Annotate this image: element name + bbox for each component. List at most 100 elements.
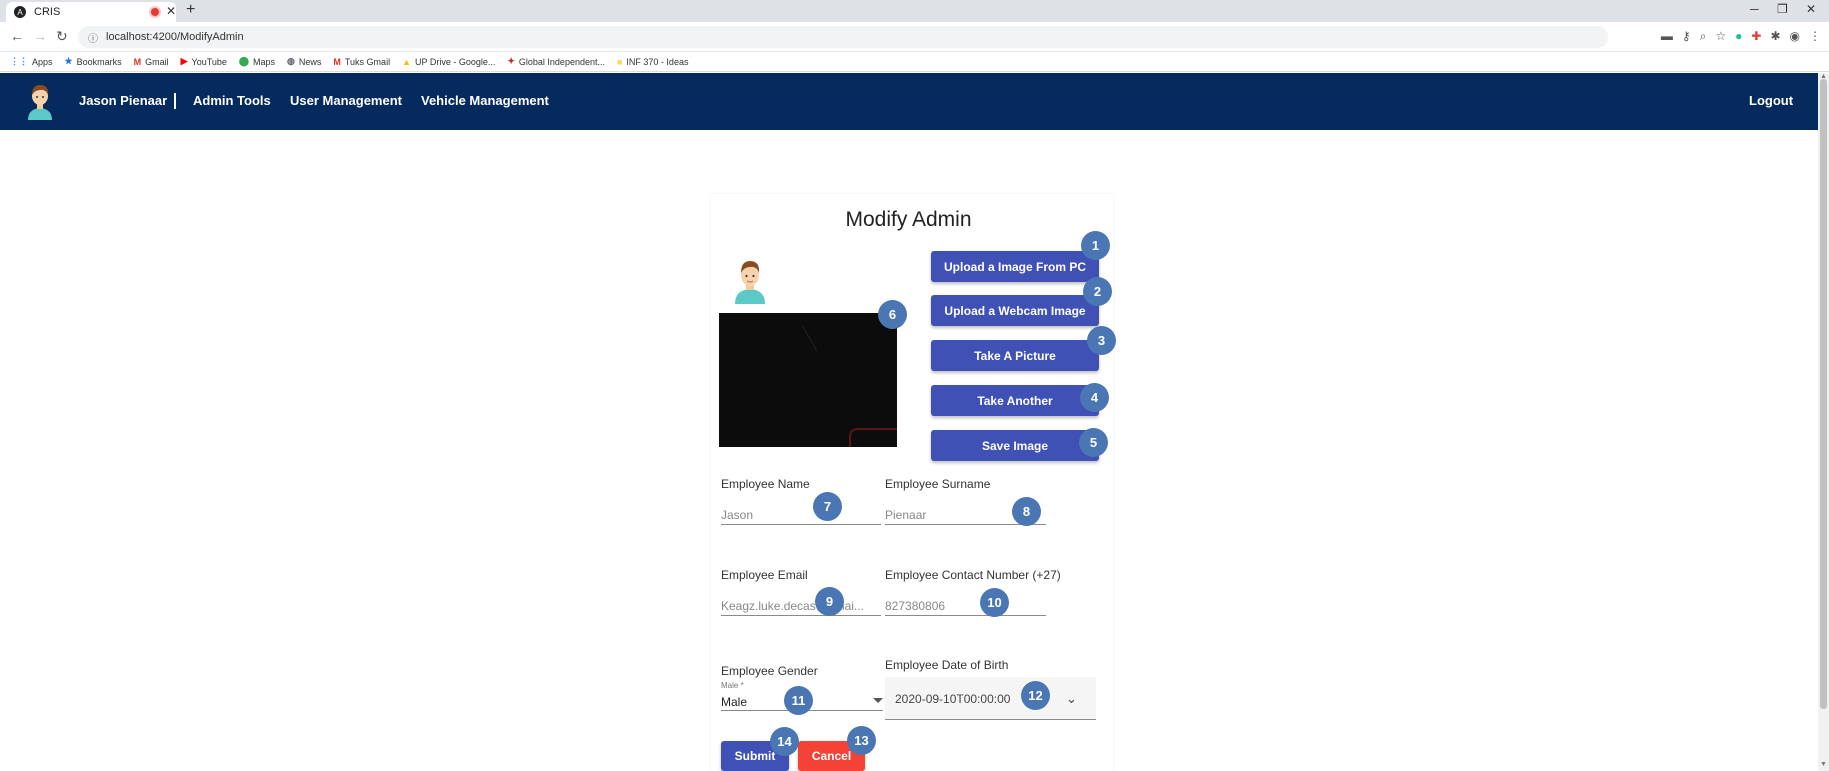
bookmarks-bar: ⋮⋮ Apps ★ Bookmarks M Gmail ▶ YouTube ⬤ Maps ◍ News…	[0, 52, 1829, 72]
annotation-marker: 8	[1012, 497, 1041, 526]
url-text: localhost:4200/ModifyAdmin	[106, 31, 244, 43]
take-another-button[interactable]: Take Another	[931, 385, 1099, 416]
upload-image-from-pc-button[interactable]: Upload a Image From PC	[931, 251, 1099, 282]
bookmark-item[interactable]: ⬤ Maps	[239, 56, 275, 67]
scroll-down-icon[interactable]: ▼	[1820, 761, 1827, 768]
key-icon[interactable]: ⚷	[1682, 29, 1691, 44]
bookmark-item[interactable]: M Gmail	[134, 57, 169, 67]
nav-admin-tools[interactable]: Admin Tools	[193, 93, 271, 108]
page-title: Modify Admin	[845, 208, 972, 231]
bookmark-icon: ▶	[180, 56, 188, 66]
bookmark-label: Bookmarks	[76, 56, 122, 67]
bookmark-item[interactable]: ★ Bookmarks	[65, 56, 122, 67]
gender-value: Male	[721, 695, 748, 709]
user-avatar-icon	[28, 85, 52, 120]
dob-select[interactable]: 2020-09-10T00:00:00 ⌄	[885, 677, 1096, 720]
annotation-marker: 10	[980, 588, 1009, 617]
tab-title: CRIS	[34, 6, 61, 18]
take-picture-button[interactable]: Take A Picture	[931, 340, 1099, 371]
bookmark-label: News	[298, 56, 322, 67]
employee-contact-label: Employee Contact Number (+27)	[885, 568, 1061, 582]
employee-dob-label: Employee Date of Birth	[885, 658, 1009, 672]
annotation-marker: 5	[1079, 428, 1108, 457]
camera-icon[interactable]: ▬	[1661, 29, 1673, 44]
bookmark-label: Apps	[32, 56, 53, 67]
menu-icon[interactable]: ⋮	[1809, 29, 1821, 44]
webcam-preview	[719, 313, 897, 447]
dob-value: 2020-09-10T00:00:00	[895, 692, 1011, 706]
grammarly-icon[interactable]: ●	[1735, 29, 1742, 44]
employee-email-input[interactable]	[721, 596, 881, 616]
extension-tp-icon[interactable]: ✚	[1751, 29, 1761, 44]
bookmark-label: Global Independent...	[518, 56, 605, 67]
nav-user-management[interactable]: User Management	[290, 93, 402, 108]
admin-avatar-icon	[735, 261, 765, 304]
annotation-marker: 11	[784, 686, 813, 715]
employee-email-label: Employee Email	[721, 568, 808, 582]
bookmark-item[interactable]: ▲ UP Drive - Google...	[402, 57, 495, 67]
annotation-marker: 4	[1080, 383, 1109, 412]
extension-icons: ▬ ⚷ ⌕ ☆ ● ✚ ✱ ◉ ⋮	[1661, 29, 1821, 44]
recording-indicator-icon	[151, 8, 159, 16]
nav-vehicle-management[interactable]: Vehicle Management	[421, 93, 549, 108]
puzzle-icon[interactable]: ✱	[1770, 29, 1780, 44]
close-window-button[interactable]: ✕	[1806, 2, 1816, 16]
bookmark-item[interactable]: ◍ News	[287, 56, 321, 67]
bookmark-item[interactable]: M Tuks Gmail	[333, 57, 390, 67]
profile-icon[interactable]: ◉	[1790, 29, 1800, 44]
header-divider	[174, 93, 176, 109]
new-tab-button[interactable]: +	[186, 1, 195, 19]
bookmark-label: UP Drive - Google...	[414, 56, 496, 67]
dropdown-arrow-icon	[873, 698, 883, 703]
annotation-marker: 13	[847, 726, 876, 755]
gender-float-label: Male *	[721, 681, 744, 690]
forward-button[interactable]: →	[33, 28, 47, 44]
bookmark-icon: ◍	[287, 56, 295, 66]
bookmark-icon: ✦	[507, 56, 515, 66]
annotation-marker: 14	[770, 727, 799, 756]
browser-tab[interactable]: A CRIS ✕	[6, 2, 176, 22]
save-image-button[interactable]: Save Image	[931, 430, 1099, 461]
zoom-icon[interactable]: ⌕	[1700, 29, 1707, 44]
bookmark-icon: ▲	[402, 56, 411, 67]
minimize-window-button[interactable]: ─	[1750, 2, 1759, 16]
bookmark-icon: M	[133, 56, 142, 67]
annotation-marker: 1	[1081, 231, 1110, 260]
address-bar: ← → ↻ ⓘ localhost:4200/ModifyAdmin ▬ ⚷ ⌕…	[0, 22, 1829, 52]
bookmark-icon: ■	[616, 56, 623, 67]
url-field[interactable]: ⓘ localhost:4200/ModifyAdmin	[78, 26, 1608, 48]
bookmark-icon: ⋮⋮	[10, 56, 28, 66]
employee-contact-input[interactable]	[885, 596, 1046, 616]
upload-webcam-image-button[interactable]: Upload a Webcam Image	[931, 295, 1099, 326]
annotation-marker: 12	[1021, 681, 1050, 710]
reload-button[interactable]: ↻	[56, 28, 68, 45]
webcam-artifact	[801, 324, 818, 352]
bookmark-icon: M	[333, 56, 341, 67]
annotation-marker: 9	[815, 587, 844, 616]
scrollbar-thumb[interactable]	[1820, 79, 1827, 709]
angular-favicon-icon: A	[14, 6, 26, 18]
bookmark-item[interactable]: ■ INF 370 - Ideas	[617, 57, 688, 67]
restore-window-button[interactable]: ❐	[1777, 2, 1788, 16]
bookmark-item[interactable]: ▶ YouTube	[181, 56, 227, 67]
employee-surname-label: Employee Surname	[885, 477, 991, 491]
back-button[interactable]: ←	[10, 28, 24, 44]
bookmark-item[interactable]: ✦ Global Independent...	[507, 56, 605, 67]
bookmark-item[interactable]: ⋮⋮ Apps	[10, 56, 53, 67]
annotation-marker: 2	[1083, 277, 1112, 306]
star-icon[interactable]: ☆	[1715, 29, 1726, 44]
bookmark-label: Tuks Gmail	[344, 56, 391, 67]
bookmark-icon: ⬤	[238, 56, 249, 66]
page-scrollbar[interactable]: ▲ ▼	[1818, 73, 1829, 771]
bookmark-label: Maps	[253, 56, 276, 67]
annotation-marker: 3	[1087, 326, 1116, 355]
bookmark-label: Gmail	[145, 56, 169, 67]
user-name: Jason Pienaar	[79, 93, 168, 108]
bookmark-label: YouTube	[191, 56, 227, 67]
employee-name-input[interactable]	[721, 505, 881, 525]
close-tab-icon[interactable]: ✕	[166, 4, 176, 18]
site-info-icon[interactable]: ⓘ	[88, 30, 98, 45]
employee-gender-label: Employee Gender	[721, 664, 818, 678]
logout-link[interactable]: Logout	[1749, 93, 1793, 108]
chevron-down-icon: ⌄	[1066, 691, 1077, 706]
